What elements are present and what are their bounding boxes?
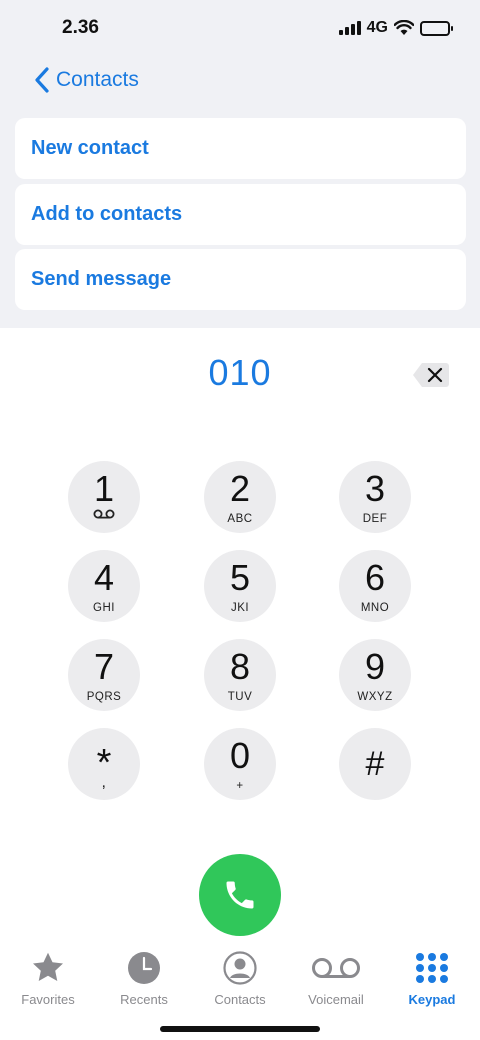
status-icons: 4G	[338, 17, 453, 39]
key-star[interactable]: * ,	[68, 728, 140, 800]
key-0-digit: 0	[229, 735, 251, 776]
status-time: 2.36	[62, 17, 99, 38]
key-hash[interactable]: #	[339, 728, 411, 800]
send-message-label: Send message	[31, 268, 172, 290]
key-0-letters: +	[236, 780, 244, 792]
voicemail-icon	[312, 958, 360, 978]
battery-icon	[420, 20, 453, 36]
key-9-letters: WXYZ	[357, 691, 393, 703]
key-3-digit: 3	[364, 468, 386, 509]
tab-recents-label: Recents	[120, 992, 168, 1007]
key-6-digit: 6	[364, 557, 386, 598]
key-5[interactable]: 5 JKI	[204, 550, 276, 622]
key-8-letters: TUV	[227, 691, 253, 703]
top-area: 2.36 4G Contacts New contact Add to cont…	[0, 0, 480, 328]
network-label: 4G	[366, 19, 388, 36]
key-8[interactable]: 8 TUV	[204, 639, 276, 711]
star-icon	[33, 952, 63, 982]
new-contact-button[interactable]: New contact	[15, 118, 466, 179]
clock-icon	[128, 952, 160, 984]
signal-icon	[338, 21, 361, 35]
key-2-letters: ABC	[227, 513, 253, 525]
tab-recents[interactable]: Recents	[96, 948, 192, 1014]
tab-keypad[interactable]: Keypad	[384, 948, 480, 1014]
add-to-contacts-button[interactable]: Add to contacts	[15, 184, 466, 245]
call-button[interactable]	[199, 854, 281, 936]
chevron-left-icon	[35, 67, 49, 93]
key-9[interactable]: 9 WXYZ	[339, 639, 411, 711]
tab-favorites[interactable]: Favorites	[0, 948, 96, 1014]
key-1-digit: 1	[93, 468, 115, 509]
dialed-number: 010	[208, 352, 272, 393]
tab-favorites-label: Favorites	[21, 992, 75, 1007]
key-4-digit: 4	[93, 557, 115, 598]
tab-keypad-label: Keypad	[408, 992, 456, 1007]
key-hash-digit: #	[365, 745, 385, 783]
key-4[interactable]: 4 GHI	[68, 550, 140, 622]
tab-contacts-label: Contacts	[214, 992, 266, 1007]
key-6[interactable]: 6 MNO	[339, 550, 411, 622]
wifi-icon	[394, 20, 414, 35]
key-4-letters: GHI	[93, 602, 115, 614]
tab-contacts[interactable]: Contacts	[192, 948, 288, 1014]
key-3-letters: DEF	[362, 513, 388, 525]
key-0[interactable]: 0 +	[204, 728, 276, 800]
person-icon	[223, 951, 257, 985]
back-label: Contacts	[56, 68, 139, 91]
delete-button[interactable]	[412, 362, 450, 388]
add-to-contacts-label: Add to contacts	[31, 203, 183, 225]
keypad-icon	[416, 953, 448, 983]
key-6-letters: MNO	[360, 602, 390, 614]
key-star-letters: ,	[101, 774, 107, 791]
phone-icon	[226, 881, 254, 909]
key-7-letters: PQRS	[86, 691, 122, 703]
key-5-letters: JKI	[230, 602, 250, 614]
tab-bar: Favorites Recents Contacts Voicemail Key…	[0, 948, 480, 1014]
key-2[interactable]: 2 ABC	[204, 461, 276, 533]
back-button[interactable]: Contacts	[34, 64, 139, 96]
tab-voicemail-label: Voicemail	[308, 992, 364, 1007]
key-2-digit: 2	[229, 468, 251, 509]
key-7-digit: 7	[93, 646, 115, 687]
tab-voicemail[interactable]: Voicemail	[288, 948, 384, 1014]
key-5-digit: 5	[229, 557, 251, 598]
new-contact-label: New contact	[31, 137, 149, 159]
key-1[interactable]: 1	[68, 461, 140, 533]
key-7[interactable]: 7 PQRS	[68, 639, 140, 711]
voicemail-icon	[93, 509, 115, 519]
key-3[interactable]: 3 DEF	[339, 461, 411, 533]
key-9-digit: 9	[364, 646, 386, 687]
status-bar: 2.36 4G	[0, 0, 480, 56]
backspace-icon	[413, 363, 449, 387]
send-message-button[interactable]: Send message	[15, 249, 466, 310]
key-8-digit: 8	[229, 646, 251, 687]
home-indicator	[160, 1026, 320, 1032]
